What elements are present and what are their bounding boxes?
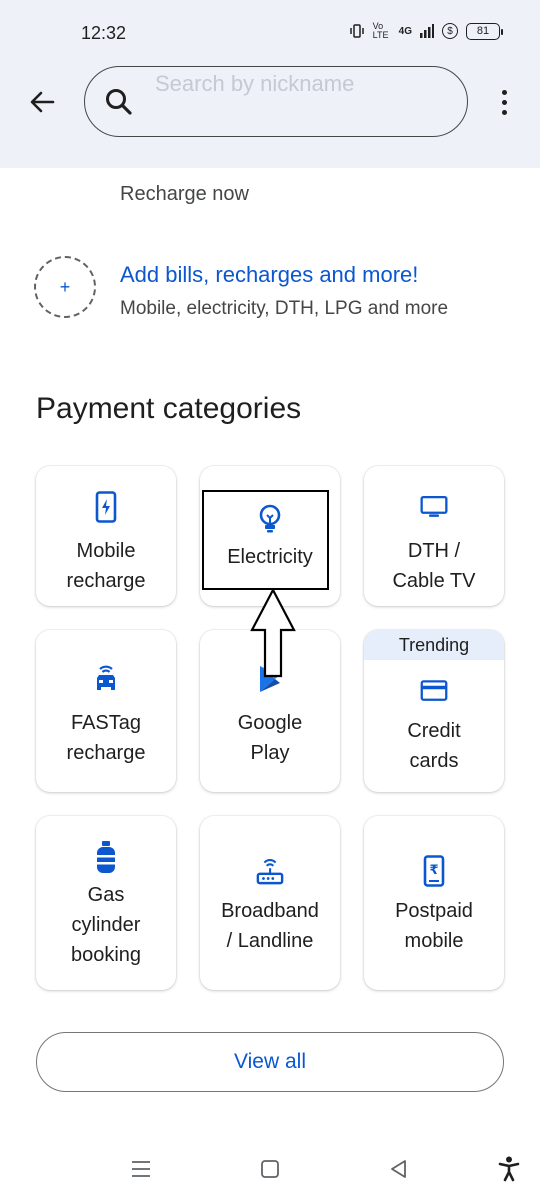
svg-text:₹: ₹ (429, 863, 438, 878)
category-card-credit-cards[interactable]: Trending Credit cards (364, 630, 504, 792)
lightbulb-icon (256, 504, 284, 534)
trending-badge: Trending (364, 630, 504, 660)
postpaid-mobile-icon: ₹ (420, 855, 448, 887)
category-card-broadband[interactable]: Broadband / Landline (200, 816, 340, 990)
system-nav-bar (0, 1140, 540, 1200)
app-header (0, 62, 540, 168)
accessibility-icon (498, 1156, 520, 1182)
recharge-now-link[interactable]: Recharge now (120, 183, 249, 206)
network-label: 4G (398, 25, 412, 37)
nav-home-button[interactable] (255, 1154, 285, 1184)
google-play-icon (256, 664, 284, 694)
more-dot-icon (501, 99, 507, 105)
credit-card-icon (420, 676, 448, 706)
category-card-gas-cylinder[interactable]: Gas cylinder booking (36, 816, 176, 990)
category-label: FASTag recharge (66, 712, 146, 764)
category-card-google-play[interactable]: Google Play (200, 630, 340, 792)
category-label: Postpaid mobile (395, 900, 473, 952)
vibrate-icon (349, 24, 364, 38)
menu-lines-icon (132, 1161, 150, 1177)
category-label: Credit cards (407, 720, 461, 772)
back-button[interactable] (26, 86, 58, 118)
category-card-postpaid[interactable]: ₹ Postpaid mobile (364, 816, 504, 990)
nav-recents-button[interactable] (126, 1154, 156, 1184)
square-home-icon (261, 1160, 279, 1178)
gas-cylinder-icon (92, 841, 120, 873)
status-bar: 12:32 Vo LTE 4G $ 81 (0, 0, 540, 62)
add-bills-title: Add bills, recharges and more! (120, 262, 419, 287)
volte-label: Vo LTE (372, 21, 389, 40)
nav-back-button[interactable] (384, 1154, 414, 1184)
battery-indicator: 81 (466, 22, 503, 40)
back-arrow-icon (30, 91, 55, 113)
view-all-button[interactable]: View all (36, 1032, 504, 1092)
category-label: Electricity (227, 546, 313, 568)
router-icon (256, 856, 284, 886)
mobile-recharge-icon (92, 491, 120, 523)
status-icons: Vo LTE 4G $ 81 (349, 21, 503, 40)
category-label: DTH / Cable TV (392, 540, 476, 592)
dollar-shield-icon: $ (442, 23, 458, 39)
category-label: Mobile recharge (66, 540, 146, 592)
accessibility-button[interactable] (494, 1154, 524, 1184)
more-dot-icon (501, 89, 507, 95)
more-options-button[interactable] (492, 86, 516, 118)
category-label: Google Play (237, 712, 303, 764)
add-circle-icon: + (34, 256, 96, 318)
add-bills-row[interactable]: + Add bills, recharges and more! Mobile,… (34, 256, 514, 328)
category-label: Gas cylinder booking (70, 884, 142, 966)
payment-categories-title: Payment categories (36, 392, 302, 425)
category-card-dth[interactable]: DTH / Cable TV (364, 466, 504, 606)
signal-icon (420, 24, 434, 38)
search-icon (106, 89, 132, 115)
more-dot-icon (501, 109, 507, 115)
category-label: Broadband / Landline (221, 900, 319, 952)
add-bills-subtitle: Mobile, electricity, DTH, LPG and more (120, 298, 449, 319)
plus-icon: + (59, 276, 71, 297)
category-card-fastag[interactable]: FASTag recharge (36, 630, 176, 792)
triangle-back-icon (391, 1160, 406, 1178)
tv-icon (420, 492, 448, 522)
search-input[interactable] (155, 69, 445, 99)
status-time: 12:32 (81, 23, 127, 43)
category-card-mobile-recharge[interactable]: Mobile recharge (36, 466, 176, 606)
category-card-electricity[interactable]: Electricity (200, 466, 340, 606)
car-icon (92, 664, 120, 694)
search-bar[interactable] (84, 66, 468, 137)
